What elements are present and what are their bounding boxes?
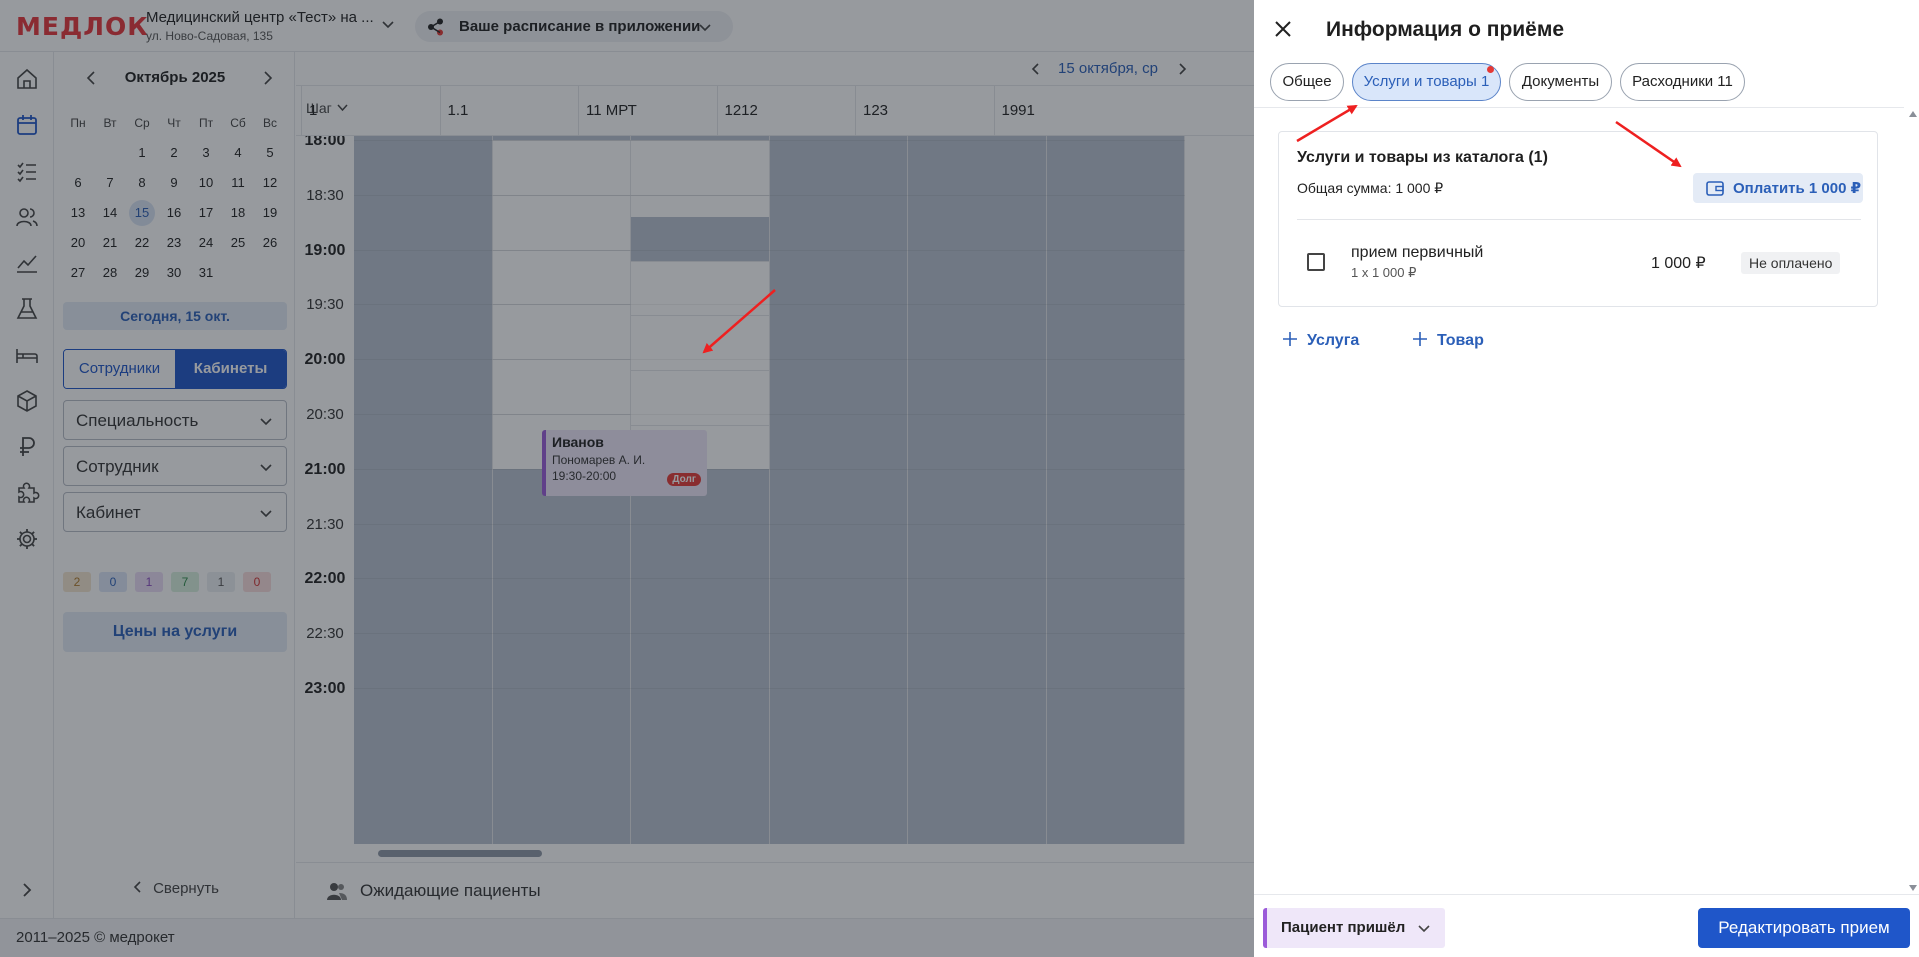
notification-dot: [1487, 66, 1494, 73]
add-product-button[interactable]: Товар: [1412, 331, 1484, 350]
tab-general[interactable]: Общее: [1270, 63, 1344, 101]
item-price: 1 000 ₽: [1651, 255, 1706, 272]
tab-documents[interactable]: Документы: [1509, 63, 1612, 101]
add-service-button[interactable]: Услуга: [1282, 331, 1359, 350]
add-service-label: Услуга: [1307, 332, 1360, 349]
scroll-up-icon[interactable]: [1909, 110, 1917, 118]
vertical-scrollbar[interactable]: [1907, 108, 1919, 894]
plus-icon: [1283, 332, 1297, 346]
payment-status-badge: Не оплачено: [1741, 252, 1841, 274]
tabs-divider: [1254, 107, 1904, 108]
drawer-footer: Пациент пришёл Редактировать прием: [1254, 894, 1919, 957]
scroll-down-icon[interactable]: [1909, 884, 1917, 892]
patient-status-dropdown[interactable]: Пациент пришёл: [1263, 908, 1445, 948]
appointment-drawer: Информация о приёме Общее Услуги и товар…: [1254, 0, 1919, 957]
tab-services-label: Услуги и товары 1: [1363, 73, 1490, 90]
catalog-card: Услуги и товары из каталога (1) Общая су…: [1278, 131, 1878, 307]
card-divider: [1297, 219, 1861, 220]
pay-button[interactable]: Оплатить 1 000 ₽: [1693, 173, 1863, 203]
plus-icon: [1413, 332, 1427, 346]
edit-appointment-button[interactable]: Редактировать прием: [1698, 908, 1910, 948]
patient-status-label: Пациент пришёл: [1281, 919, 1406, 936]
add-product-label: Товар: [1437, 332, 1484, 349]
drawer-title: Информация о приёме: [1326, 18, 1565, 41]
tab-consumables[interactable]: Расходники 11: [1620, 63, 1745, 101]
chevron-down-icon: [1418, 925, 1430, 933]
tab-services[interactable]: Услуги и товары 1: [1352, 63, 1501, 101]
pay-button-label: Оплатить 1 000 ₽: [1733, 180, 1862, 197]
catalog-heading: Услуги и товары из каталога (1): [1297, 149, 1548, 166]
item-quantity: 1 х 1 000 ₽: [1351, 265, 1417, 280]
modal-backdrop[interactable]: [0, 0, 1254, 957]
wallet-icon: [1706, 181, 1724, 196]
item-checkbox[interactable]: [1307, 253, 1325, 271]
close-icon[interactable]: [1272, 18, 1294, 40]
item-name: прием первичный: [1351, 244, 1484, 261]
catalog-total: Общая сумма: 1 000 ₽: [1297, 180, 1444, 196]
